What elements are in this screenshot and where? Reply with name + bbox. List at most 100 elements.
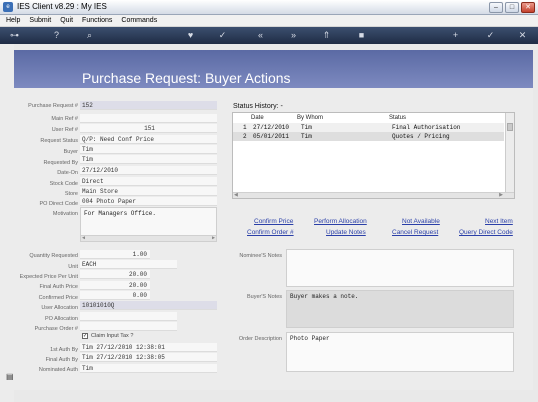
menu-functions[interactable]: Functions <box>82 15 112 26</box>
order-description-text: Photo Paper <box>290 335 330 342</box>
user-allocation-label: User Allocation <box>41 305 78 311</box>
request-status-field: Q/P: Need Conf Price <box>80 135 217 144</box>
add-icon[interactable]: + <box>449 29 462 42</box>
motivation-text: For Managers Office. <box>84 210 157 217</box>
nominee-notes-textarea[interactable] <box>286 249 514 287</box>
maximize-button[interactable]: □ <box>505 2 519 13</box>
key-icon[interactable]: ⊶ <box>8 29 21 42</box>
menu-help[interactable]: Help <box>6 15 20 26</box>
confirm-icon[interactable]: ✓ <box>484 29 497 42</box>
scroll-thumb[interactable] <box>507 123 513 131</box>
update-notes-link[interactable]: Update Notes <box>326 229 366 236</box>
col-date-header: Date <box>251 115 264 121</box>
date-on-label: Date-On <box>57 170 78 176</box>
row-status: Final Authorisation <box>392 124 461 131</box>
motivation-textarea[interactable]: For Managers Office. ◀ ▶ <box>80 207 217 242</box>
fast-forward-icon[interactable]: » <box>287 29 300 42</box>
perform-allocation-link[interactable]: Perform Allocation <box>314 218 367 225</box>
stock-code-field: Direct <box>80 177 217 186</box>
requested-by-label: Requested By <box>43 160 78 166</box>
user-ref-label: User Ref # <box>51 127 78 133</box>
claim-input-tax-checkbox[interactable]: ✓ <box>82 333 88 339</box>
purchase-order-field[interactable] <box>80 322 177 331</box>
title-bar: e IES Client v8.29 : My IES – □ ✕ <box>0 0 538 15</box>
row-number: 1 <box>243 124 247 131</box>
check-circle-icon[interactable]: ✓ <box>216 29 229 42</box>
cancel-request-link[interactable]: Cancel Request <box>392 229 438 236</box>
table-row[interactable]: 1 27/12/2010 Tim Final Authorisation <box>233 123 504 132</box>
expected-price-field: 20.00 <box>80 270 150 279</box>
nominee-notes-label: Nominee'S Notes <box>239 253 282 259</box>
menu-commands[interactable]: Commands <box>121 15 157 26</box>
row-date: 05/01/2011 <box>253 133 290 140</box>
next-item-link[interactable]: Next Item <box>485 218 513 225</box>
row-date: 27/12/2010 <box>253 124 290 131</box>
menu-submit[interactable]: Submit <box>29 15 51 26</box>
store-label: Store <box>64 191 78 197</box>
po-direct-code-field: 004 Photo Paper <box>80 197 217 206</box>
po-allocation-field[interactable] <box>80 312 177 321</box>
expected-price-label: Expected Price Per Unit <box>19 274 78 280</box>
date-on-field: 27/12/2010 <box>80 166 217 175</box>
toolbar: ⊶? ⌕ ♥ ✓ « » ⇑ ■ + ✓ ✕ <box>0 27 538 44</box>
motivation-label: Motivation <box>52 211 78 217</box>
buyer-label: Buyer <box>63 149 78 155</box>
row-by: Tim <box>301 133 312 140</box>
import-icon[interactable]: ⇑ <box>320 29 333 42</box>
user-ref-field[interactable]: 151 <box>80 124 217 133</box>
ies-app-icon: e <box>3 2 13 12</box>
heart-icon[interactable]: ♥ <box>184 29 197 42</box>
buyer-notes-text: Buyer makes a note. <box>290 293 359 300</box>
col-by-whom-header: By Whom <box>297 115 324 121</box>
main-ref-field[interactable] <box>80 114 217 123</box>
po-allocation-label: PO Allocation <box>44 316 78 322</box>
unit-label: Unit <box>68 264 78 270</box>
claim-input-tax-label: Claim Input Tax ? <box>91 333 134 339</box>
minimize-button[interactable]: – <box>489 2 503 13</box>
col-status-header: Status <box>389 115 407 121</box>
confirm-price-link[interactable]: Confirm Price <box>254 218 293 225</box>
quantity-field[interactable]: 1.00 <box>80 250 150 259</box>
final-auth-price-field: 20.00 <box>80 281 150 290</box>
nominated-auth-field: Tim <box>80 364 217 373</box>
purchase-order-label: Purchase Order # <box>34 326 78 332</box>
not-available-link[interactable]: Not Available <box>402 218 440 225</box>
vertical-scrollbar[interactable] <box>505 113 514 193</box>
rewind-icon[interactable]: « <box>254 29 267 42</box>
stop-icon[interactable]: ■ <box>355 29 368 42</box>
confirmed-price-field[interactable]: 0.00 <box>80 291 150 300</box>
request-status-label: Request Status <box>40 138 78 144</box>
table-row[interactable]: 2 05/01/2011 Tim Quotes / Pricing <box>233 132 504 141</box>
close-icon[interactable]: ✕ <box>516 29 529 42</box>
horizontal-scrollbar[interactable]: ◀ ▶ <box>233 192 514 198</box>
buyer-field: Tim <box>80 145 217 154</box>
horizontal-scrollbar[interactable]: ◀ ▶ <box>81 235 216 241</box>
purchase-request-label: Purchase Request # <box>28 103 78 109</box>
confirmed-price-label: Confirmed Price <box>38 295 78 301</box>
stock-code-label: Stock Code <box>49 181 78 187</box>
row-number: 2 <box>243 133 247 140</box>
side-panel-icon[interactable]: ▤ <box>6 372 14 381</box>
buyer-notes-textarea[interactable]: Buyer makes a note. <box>286 290 514 328</box>
final-auth-by-field: Tim 27/12/2010 12:38:05 <box>80 353 217 362</box>
menu-bar: Help Submit Quit Functions Commands <box>0 15 538 27</box>
final-auth-price-label: Final Auth Price <box>39 284 78 290</box>
close-window-button[interactable]: ✕ <box>521 2 535 13</box>
row-status: Quotes / Pricing <box>392 133 450 140</box>
buyer-notes-label: Buyer'S Notes <box>247 294 282 300</box>
query-direct-code-link[interactable]: Query Direct Code <box>459 229 513 236</box>
main-ref-label: Main Ref # <box>51 116 78 122</box>
help-icon[interactable]: ? <box>50 29 63 42</box>
store-field: Main Store <box>80 187 217 196</box>
purchase-request-field: 152 <box>80 101 217 110</box>
order-description-textarea[interactable]: Photo Paper <box>286 332 514 372</box>
user-allocation-field: 10101010Q <box>80 301 217 310</box>
page-banner: Purchase Request: Buyer Actions <box>14 50 533 88</box>
status-history-title: Status History: - <box>233 103 283 110</box>
confirm-order-link[interactable]: Confirm Order # <box>247 229 294 236</box>
status-history-table: Date By Whom Status 1 27/12/2010 Tim Fin… <box>232 112 515 199</box>
po-direct-code-label: PO Direct Code <box>39 201 78 207</box>
menu-quit[interactable]: Quit <box>60 15 73 26</box>
window-title: IES Client v8.29 : My IES <box>17 2 107 11</box>
search-icon[interactable]: ⌕ <box>83 29 96 42</box>
